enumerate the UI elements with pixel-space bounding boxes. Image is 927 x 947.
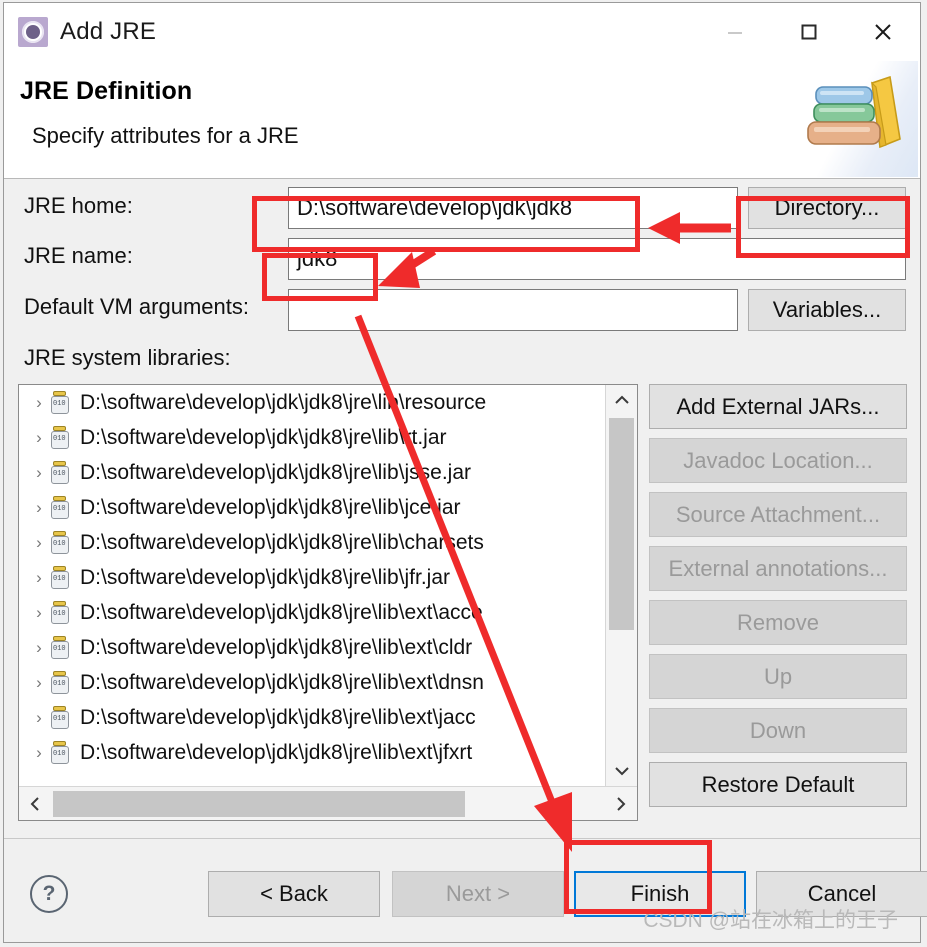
list-item-label: D:\software\develop\jdk\jdk8\jre\lib\jce… xyxy=(80,495,461,519)
back-button[interactable]: < Back xyxy=(208,871,380,917)
jar-icon: 010 xyxy=(49,705,71,730)
list-horizontal-scrollbar[interactable] xyxy=(19,786,637,820)
directory-button[interactable]: Directory... xyxy=(748,187,906,229)
add-external-jars-button[interactable]: Add External JARs... xyxy=(649,384,907,429)
jre-home-value: D:\software\develop\jdk\jdk8 xyxy=(297,195,573,220)
list-item[interactable]: › 010 D:\software\develop\jdk\jdk8\jre\lib… xyxy=(19,735,605,770)
library-list-items: › 010 D:\software\develop\jdk\jdk8\jre\lib… xyxy=(19,385,605,786)
title-bar: Add JRE xyxy=(4,3,920,61)
vm-args-row: Default VM arguments: xyxy=(24,294,249,320)
jre-name-row: JRE name: xyxy=(24,243,133,269)
list-item[interactable]: › 010 D:\software\develop\jdk\jdk8\jre\lib… xyxy=(19,490,605,525)
add-jre-dialog: Add JRE JRE Definition Specify attribute… xyxy=(3,2,927,943)
horizontal-scroll-thumb[interactable] xyxy=(53,790,465,817)
list-item[interactable]: › 010 D:\software\develop\jdk\jdk8\jre\lib… xyxy=(19,455,605,490)
list-item-label: D:\software\develop\jdk\jdk8\jre\lib\rt.… xyxy=(80,425,447,449)
jre-home-label: JRE home: xyxy=(24,193,133,218)
screenshot-root: Add JRE JRE Definition Specify attribute… xyxy=(0,0,927,947)
scroll-right-icon[interactable] xyxy=(605,795,637,813)
list-item[interactable]: › 010 D:\software\develop\jdk\jdk8\jre\lib… xyxy=(19,700,605,735)
down-button: Down xyxy=(649,708,907,753)
list-item-label: D:\software\develop\jdk\jdk8\jre\lib\ext… xyxy=(80,740,473,764)
chevron-right-icon[interactable]: › xyxy=(29,464,49,481)
list-item-label: D:\software\develop\jdk\jdk8\jre\lib\ext… xyxy=(80,705,476,729)
jre-name-label: JRE name: xyxy=(24,243,133,268)
jar-icon: 010 xyxy=(49,530,71,555)
jar-icon: 010 xyxy=(49,495,71,520)
minimize-icon[interactable] xyxy=(698,3,772,61)
restore-default-button[interactable]: Restore Default xyxy=(649,762,907,807)
jre-name-value: jdk8 xyxy=(297,246,338,271)
chevron-right-icon[interactable]: › xyxy=(29,674,49,691)
jre-home-input[interactable]: D:\software\develop\jdk\jdk8 xyxy=(288,187,738,229)
close-icon[interactable] xyxy=(846,3,920,61)
list-item-label: D:\software\develop\jdk\jdk8\jre\lib\ext… xyxy=(80,670,484,694)
list-item[interactable]: › 010 D:\software\develop\jdk\jdk8\jre\lib… xyxy=(19,525,605,560)
list-vertical-scrollbar[interactable] xyxy=(605,385,637,786)
help-icon[interactable]: ? xyxy=(30,875,68,913)
list-item-label: D:\software\develop\jdk\jdk8\jre\lib\res… xyxy=(80,390,487,414)
chevron-right-icon[interactable]: › xyxy=(29,639,49,656)
list-item-label: D:\software\develop\jdk\jdk8\jre\lib\jfr… xyxy=(80,565,450,589)
libraries-label-row: JRE system libraries: xyxy=(24,345,231,371)
jar-icon: 010 xyxy=(49,425,71,450)
scroll-down-icon[interactable] xyxy=(606,756,637,786)
list-item-label: D:\software\develop\jdk\jdk8\jre\lib\ext… xyxy=(80,635,473,659)
dialog-header: JRE Definition Specify attributes for a … xyxy=(4,61,920,179)
dialog-body: JRE home: D:\software\develop\jdk\jdk8 D… xyxy=(4,179,920,838)
maximize-icon[interactable] xyxy=(772,3,846,61)
chevron-right-icon[interactable]: › xyxy=(29,744,49,761)
page-title: JRE Definition xyxy=(20,77,193,105)
scroll-left-icon[interactable] xyxy=(19,795,51,813)
scroll-up-icon[interactable] xyxy=(606,385,637,415)
chevron-right-icon[interactable]: › xyxy=(29,534,49,551)
javadoc-location-button: Javadoc Location... xyxy=(649,438,907,483)
chevron-right-icon[interactable]: › xyxy=(29,569,49,586)
jar-icon: 010 xyxy=(49,460,71,485)
list-item-label: D:\software\develop\jdk\jdk8\jre\lib\cha… xyxy=(80,530,484,554)
library-action-buttons: Add External JARs... Javadoc Location... S… xyxy=(649,384,907,807)
vm-args-input[interactable] xyxy=(288,289,738,331)
up-button: Up xyxy=(649,654,907,699)
jre-system-libraries-label: JRE system libraries: xyxy=(24,345,231,370)
chevron-right-icon[interactable]: › xyxy=(29,604,49,621)
chevron-right-icon[interactable]: › xyxy=(29,499,49,516)
list-item[interactable]: › 010 D:\software\develop\jdk\jdk8\jre\lib… xyxy=(19,420,605,455)
chevron-right-icon[interactable]: › xyxy=(29,394,49,411)
window-controls xyxy=(698,3,920,61)
next-button: Next > xyxy=(392,871,564,917)
jre-system-libraries-list[interactable]: › 010 D:\software\develop\jdk\jdk8\jre\lib… xyxy=(18,384,638,821)
jar-icon: 010 xyxy=(49,390,71,415)
source-attachment-button: Source Attachment... xyxy=(649,492,907,537)
list-item[interactable]: › 010 D:\software\develop\jdk\jdk8\jre\lib… xyxy=(19,385,605,420)
watermark: CSDN @站在冰箱上的王子 xyxy=(643,909,898,932)
variables-button[interactable]: Variables... xyxy=(748,289,906,331)
jre-home-row: JRE home: xyxy=(24,193,133,219)
dialog-footer: ? < Back Next > Finish Cancel CSDN @站在冰箱… xyxy=(4,838,927,942)
jar-icon: 010 xyxy=(49,635,71,660)
external-annotations-button: External annotations... xyxy=(649,546,907,591)
vm-args-label: Default VM arguments: xyxy=(24,294,249,319)
jar-icon: 010 xyxy=(49,565,71,590)
list-item-label: D:\software\develop\jdk\jdk8\jre\lib\jss… xyxy=(80,460,472,484)
jar-icon: 010 xyxy=(49,740,71,765)
chevron-right-icon[interactable]: › xyxy=(29,709,49,726)
jar-icon: 010 xyxy=(49,670,71,695)
jar-icon: 010 xyxy=(49,600,71,625)
eclipse-jre-icon xyxy=(18,17,48,47)
books-stack-icon xyxy=(790,61,918,177)
page-subtitle: Specify attributes for a JRE xyxy=(32,123,299,148)
list-item[interactable]: › 010 D:\software\develop\jdk\jdk8\jre\lib… xyxy=(19,595,605,630)
vertical-scroll-thumb[interactable] xyxy=(609,418,634,630)
chevron-right-icon[interactable]: › xyxy=(29,429,49,446)
list-item-label: D:\software\develop\jdk\jdk8\jre\lib\ext… xyxy=(80,600,483,624)
jre-name-input[interactable]: jdk8 xyxy=(288,238,906,280)
list-item[interactable]: › 010 D:\software\develop\jdk\jdk8\jre\lib… xyxy=(19,630,605,665)
remove-button: Remove xyxy=(649,600,907,645)
list-item[interactable]: › 010 D:\software\develop\jdk\jdk8\jre\lib… xyxy=(19,560,605,595)
list-item[interactable]: › 010 D:\software\develop\jdk\jdk8\jre\lib… xyxy=(19,665,605,700)
window-title: Add JRE xyxy=(60,18,157,45)
